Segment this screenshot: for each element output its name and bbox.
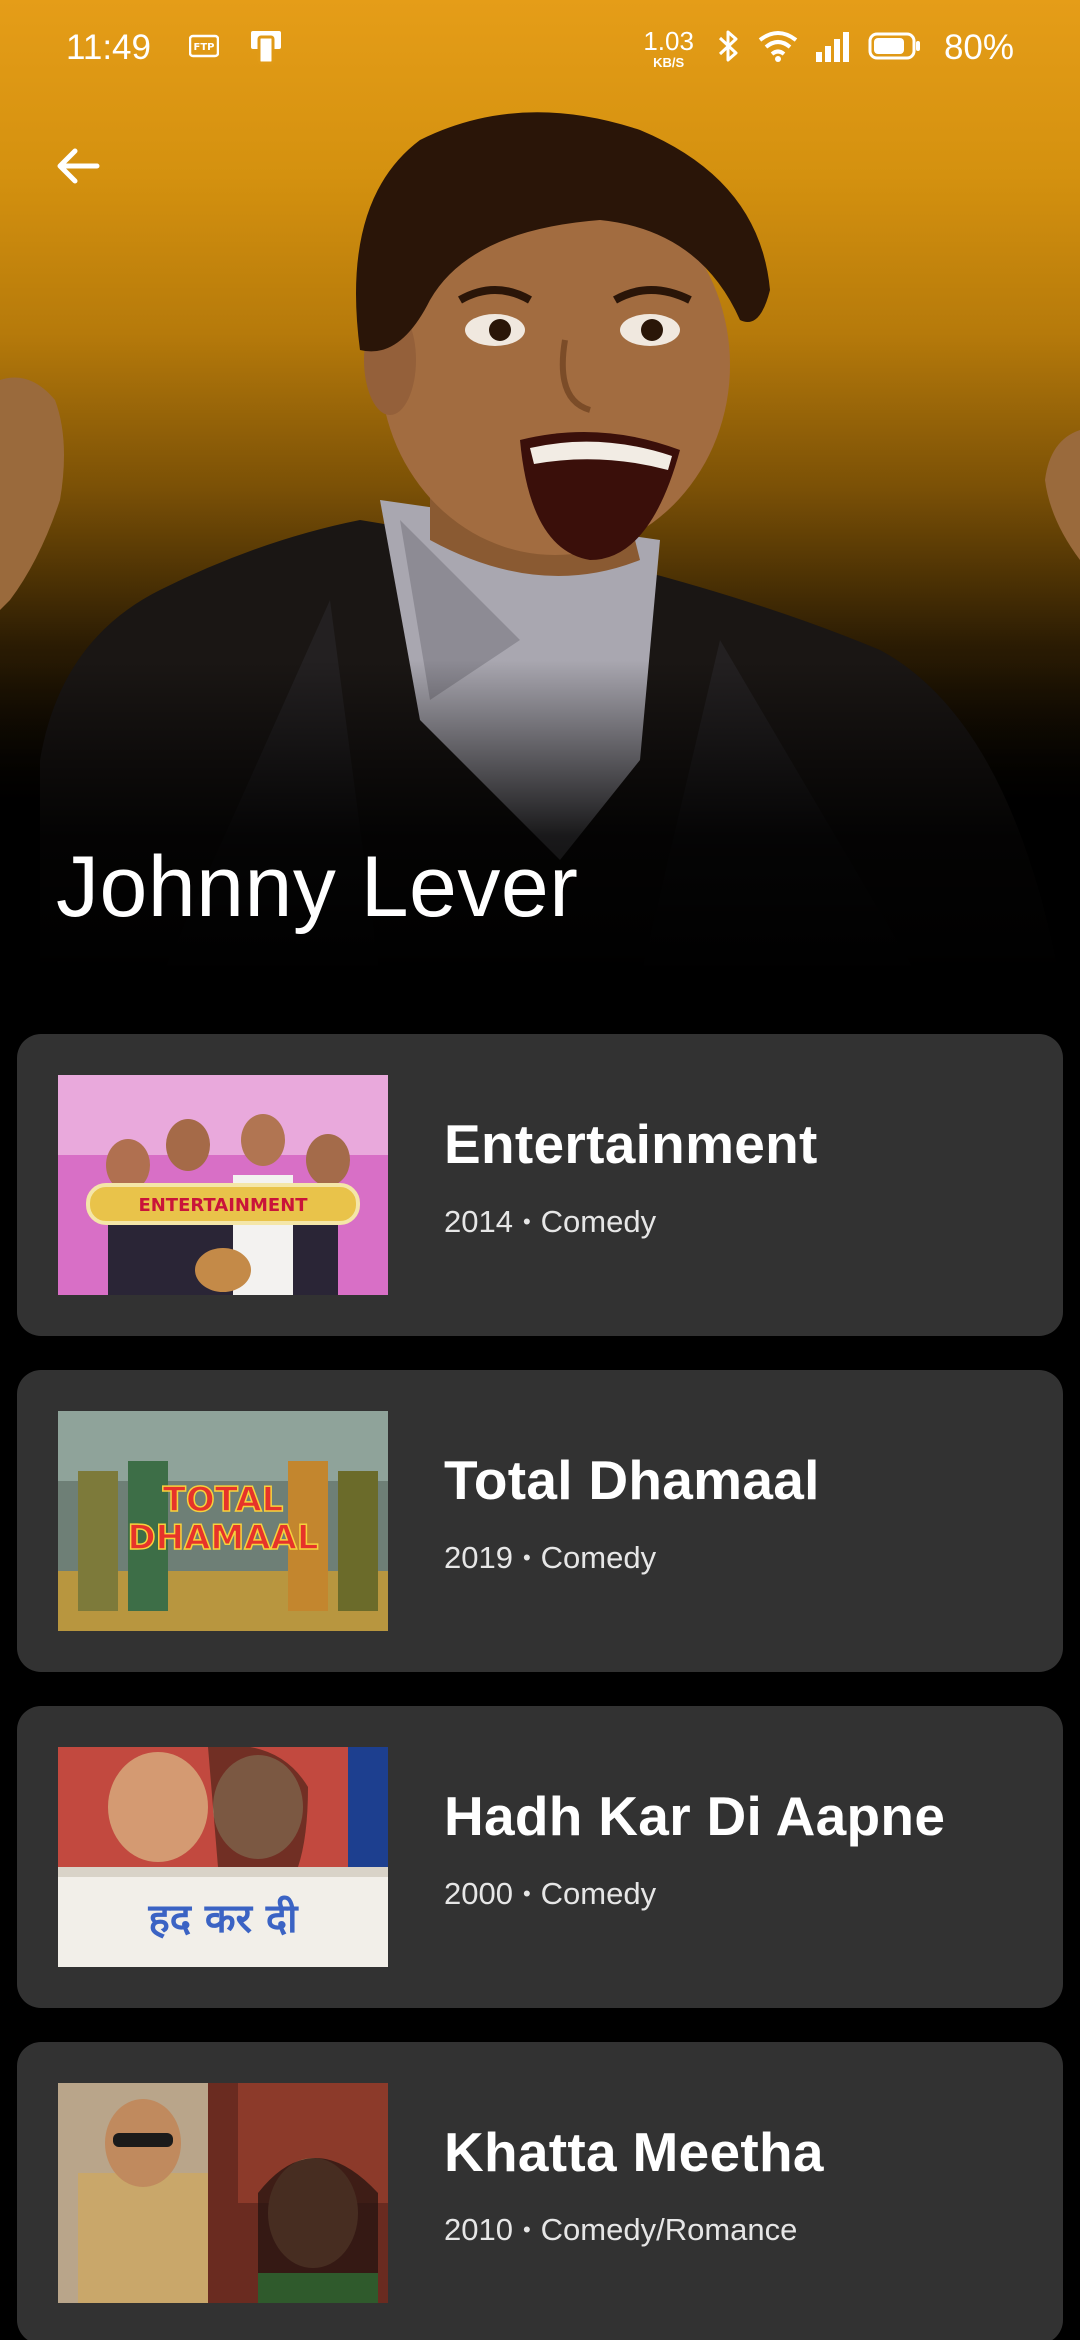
movie-poster: TOTAL DHAMAAL xyxy=(58,1411,388,1631)
status-notification-icons: FTP xyxy=(188,27,285,70)
movie-genre: Comedy xyxy=(540,1540,657,1575)
movie-card[interactable]: हद कर दी Hadh Kar Di Aapne 2000 • Comedy xyxy=(17,1706,1063,2008)
movie-card[interactable]: ENTERTAINMENT Entertainment 2014 • Comed… xyxy=(17,1034,1063,1336)
movie-genre: Comedy/Romance xyxy=(540,2212,798,2247)
movie-poster: ENTERTAINMENT xyxy=(58,1075,388,1295)
battery-percent: 80% xyxy=(943,28,1014,67)
network-speed-value: 1.03 xyxy=(643,25,694,56)
wifi-icon xyxy=(758,30,798,67)
network-speed: 1.03 KB/S xyxy=(643,28,694,69)
bluetooth-icon xyxy=(716,28,742,69)
svg-text:TOTAL: TOTAL xyxy=(163,1480,284,1520)
filmography-list: ENTERTAINMENT Entertainment 2014 • Comed… xyxy=(17,1034,1063,2340)
movie-year: 2010 xyxy=(444,2212,513,2247)
meta-separator: • xyxy=(522,1209,531,1234)
movie-title: Total Dhamaal xyxy=(444,1449,820,1511)
network-speed-unit: KB/S xyxy=(653,54,685,70)
movie-poster: हद कर दी xyxy=(58,1747,388,1967)
meta-separator: • xyxy=(522,1881,531,1906)
meta-separator: • xyxy=(522,2217,531,2242)
movie-meta: 2014 • Comedy xyxy=(444,1204,818,1240)
svg-text:DHAMAAL: DHAMAAL xyxy=(127,1518,318,1558)
movie-meta: 2010 • Comedy/Romance xyxy=(444,2212,824,2248)
movie-title: Hadh Kar Di Aapne xyxy=(444,1785,946,1847)
movie-card[interactable]: Khatta Meetha 2010 • Comedy/Romance xyxy=(17,2042,1063,2340)
movie-year: 2000 xyxy=(444,1876,513,1911)
movie-genre: Comedy xyxy=(540,1204,657,1239)
battery-icon xyxy=(868,31,922,66)
back-button[interactable] xyxy=(38,128,118,208)
movie-info: Total Dhamaal 2019 • Comedy xyxy=(444,1448,820,1576)
movie-card[interactable]: TOTAL DHAMAAL Total Dhamaal 2019 • Comed… xyxy=(17,1370,1063,1672)
device-icon xyxy=(247,27,285,70)
movie-info: Entertainment 2014 • Comedy xyxy=(444,1112,818,1240)
svg-text:ENTERTAINMENT: ENTERTAINMENT xyxy=(138,1195,308,1216)
status-system-icons: 1.03 KB/S 80% xyxy=(643,28,1014,69)
movie-poster xyxy=(58,2083,388,2303)
status-bar: 11:49 FTP 1.03 KB/S 80% xyxy=(0,0,1080,96)
movie-title: Entertainment xyxy=(444,1113,818,1175)
movie-title: Khatta Meetha xyxy=(444,2121,824,2183)
svg-text:हद कर दी: हद कर दी xyxy=(147,1895,299,1942)
status-time: 11:49 xyxy=(66,28,151,67)
movie-info: Khatta Meetha 2010 • Comedy/Romance xyxy=(444,2120,824,2248)
movie-meta: 2019 • Comedy xyxy=(444,1540,820,1576)
movie-genre: Comedy xyxy=(540,1876,657,1911)
movie-year: 2014 xyxy=(444,1204,513,1239)
signal-icon xyxy=(814,30,852,67)
actor-detail-screen: 11:49 FTP 1.03 KB/S 80% Johnny Lever ENT… xyxy=(0,0,1080,2340)
movie-year: 2019 xyxy=(444,1540,513,1575)
movie-info: Hadh Kar Di Aapne 2000 • Comedy xyxy=(444,1784,945,1912)
actor-hero-image xyxy=(0,0,1080,980)
svg-text:FTP: FTP xyxy=(194,42,215,53)
meta-separator: • xyxy=(522,1545,531,1570)
arrow-back-icon xyxy=(53,141,103,196)
ftp-icon: FTP xyxy=(188,34,220,63)
actor-name: Johnny Lever xyxy=(56,839,579,935)
movie-meta: 2000 • Comedy xyxy=(444,1876,945,1912)
